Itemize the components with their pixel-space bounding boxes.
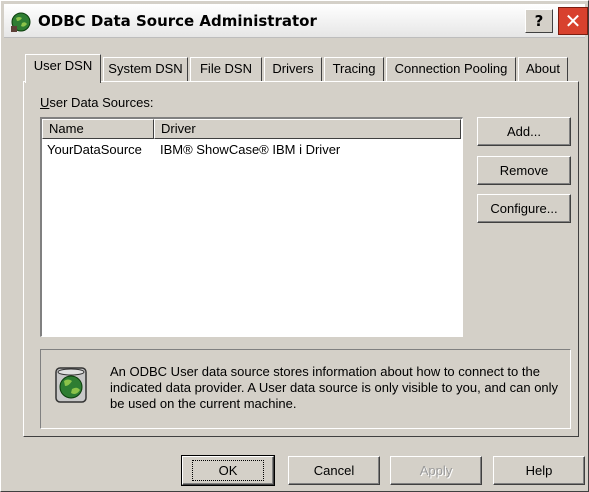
configure-button[interactable]: Configure... xyxy=(477,194,571,223)
odbc-globe-icon xyxy=(11,12,31,32)
tab-user-dsn[interactable]: User DSN xyxy=(25,54,101,83)
title-bar[interactable]: ODBC Data Source Administrator ? ✕ xyxy=(4,4,588,38)
window-title: ODBC Data Source Administrator xyxy=(38,12,317,30)
info-description: An ODBC User data source stores informat… xyxy=(110,364,559,411)
list-header: Name Driver xyxy=(42,119,461,139)
help-button[interactable]: Help xyxy=(493,456,585,485)
tab-tracing[interactable]: Tracing xyxy=(324,57,384,82)
ok-button[interactable]: OK xyxy=(181,455,275,486)
odbc-dialog-window: ODBC Data Source Administrator ? ✕ User … xyxy=(0,0,589,492)
data-source-name: YourDataSource xyxy=(47,142,142,157)
column-header-driver[interactable]: Driver xyxy=(154,119,461,139)
tab-file-dsn[interactable]: File DSN xyxy=(190,57,262,82)
user-data-sources-label: User Data Sources: xyxy=(40,95,154,110)
add-button[interactable]: Add... xyxy=(477,117,571,146)
remove-button[interactable]: Remove xyxy=(477,156,571,185)
cancel-button[interactable]: Cancel xyxy=(288,456,380,485)
tab-drivers[interactable]: Drivers xyxy=(264,57,322,82)
close-button[interactable]: ✕ xyxy=(558,7,588,35)
apply-button[interactable]: Apply xyxy=(390,456,482,485)
user-data-sources-list[interactable]: Name Driver YourDataSource IBM® ShowCase… xyxy=(40,117,463,337)
column-header-name[interactable]: Name xyxy=(42,119,154,139)
title-help-button[interactable]: ? xyxy=(525,9,553,33)
tab-system-dsn[interactable]: System DSN xyxy=(103,57,188,82)
data-source-driver: IBM® ShowCase® IBM i Driver xyxy=(160,142,341,157)
list-item[interactable]: YourDataSource IBM® ShowCase® IBM i Driv… xyxy=(42,141,461,159)
tab-about[interactable]: About xyxy=(518,57,568,82)
odbc-database-globe-icon xyxy=(55,367,87,403)
tab-connection-pooling[interactable]: Connection Pooling xyxy=(386,57,516,82)
